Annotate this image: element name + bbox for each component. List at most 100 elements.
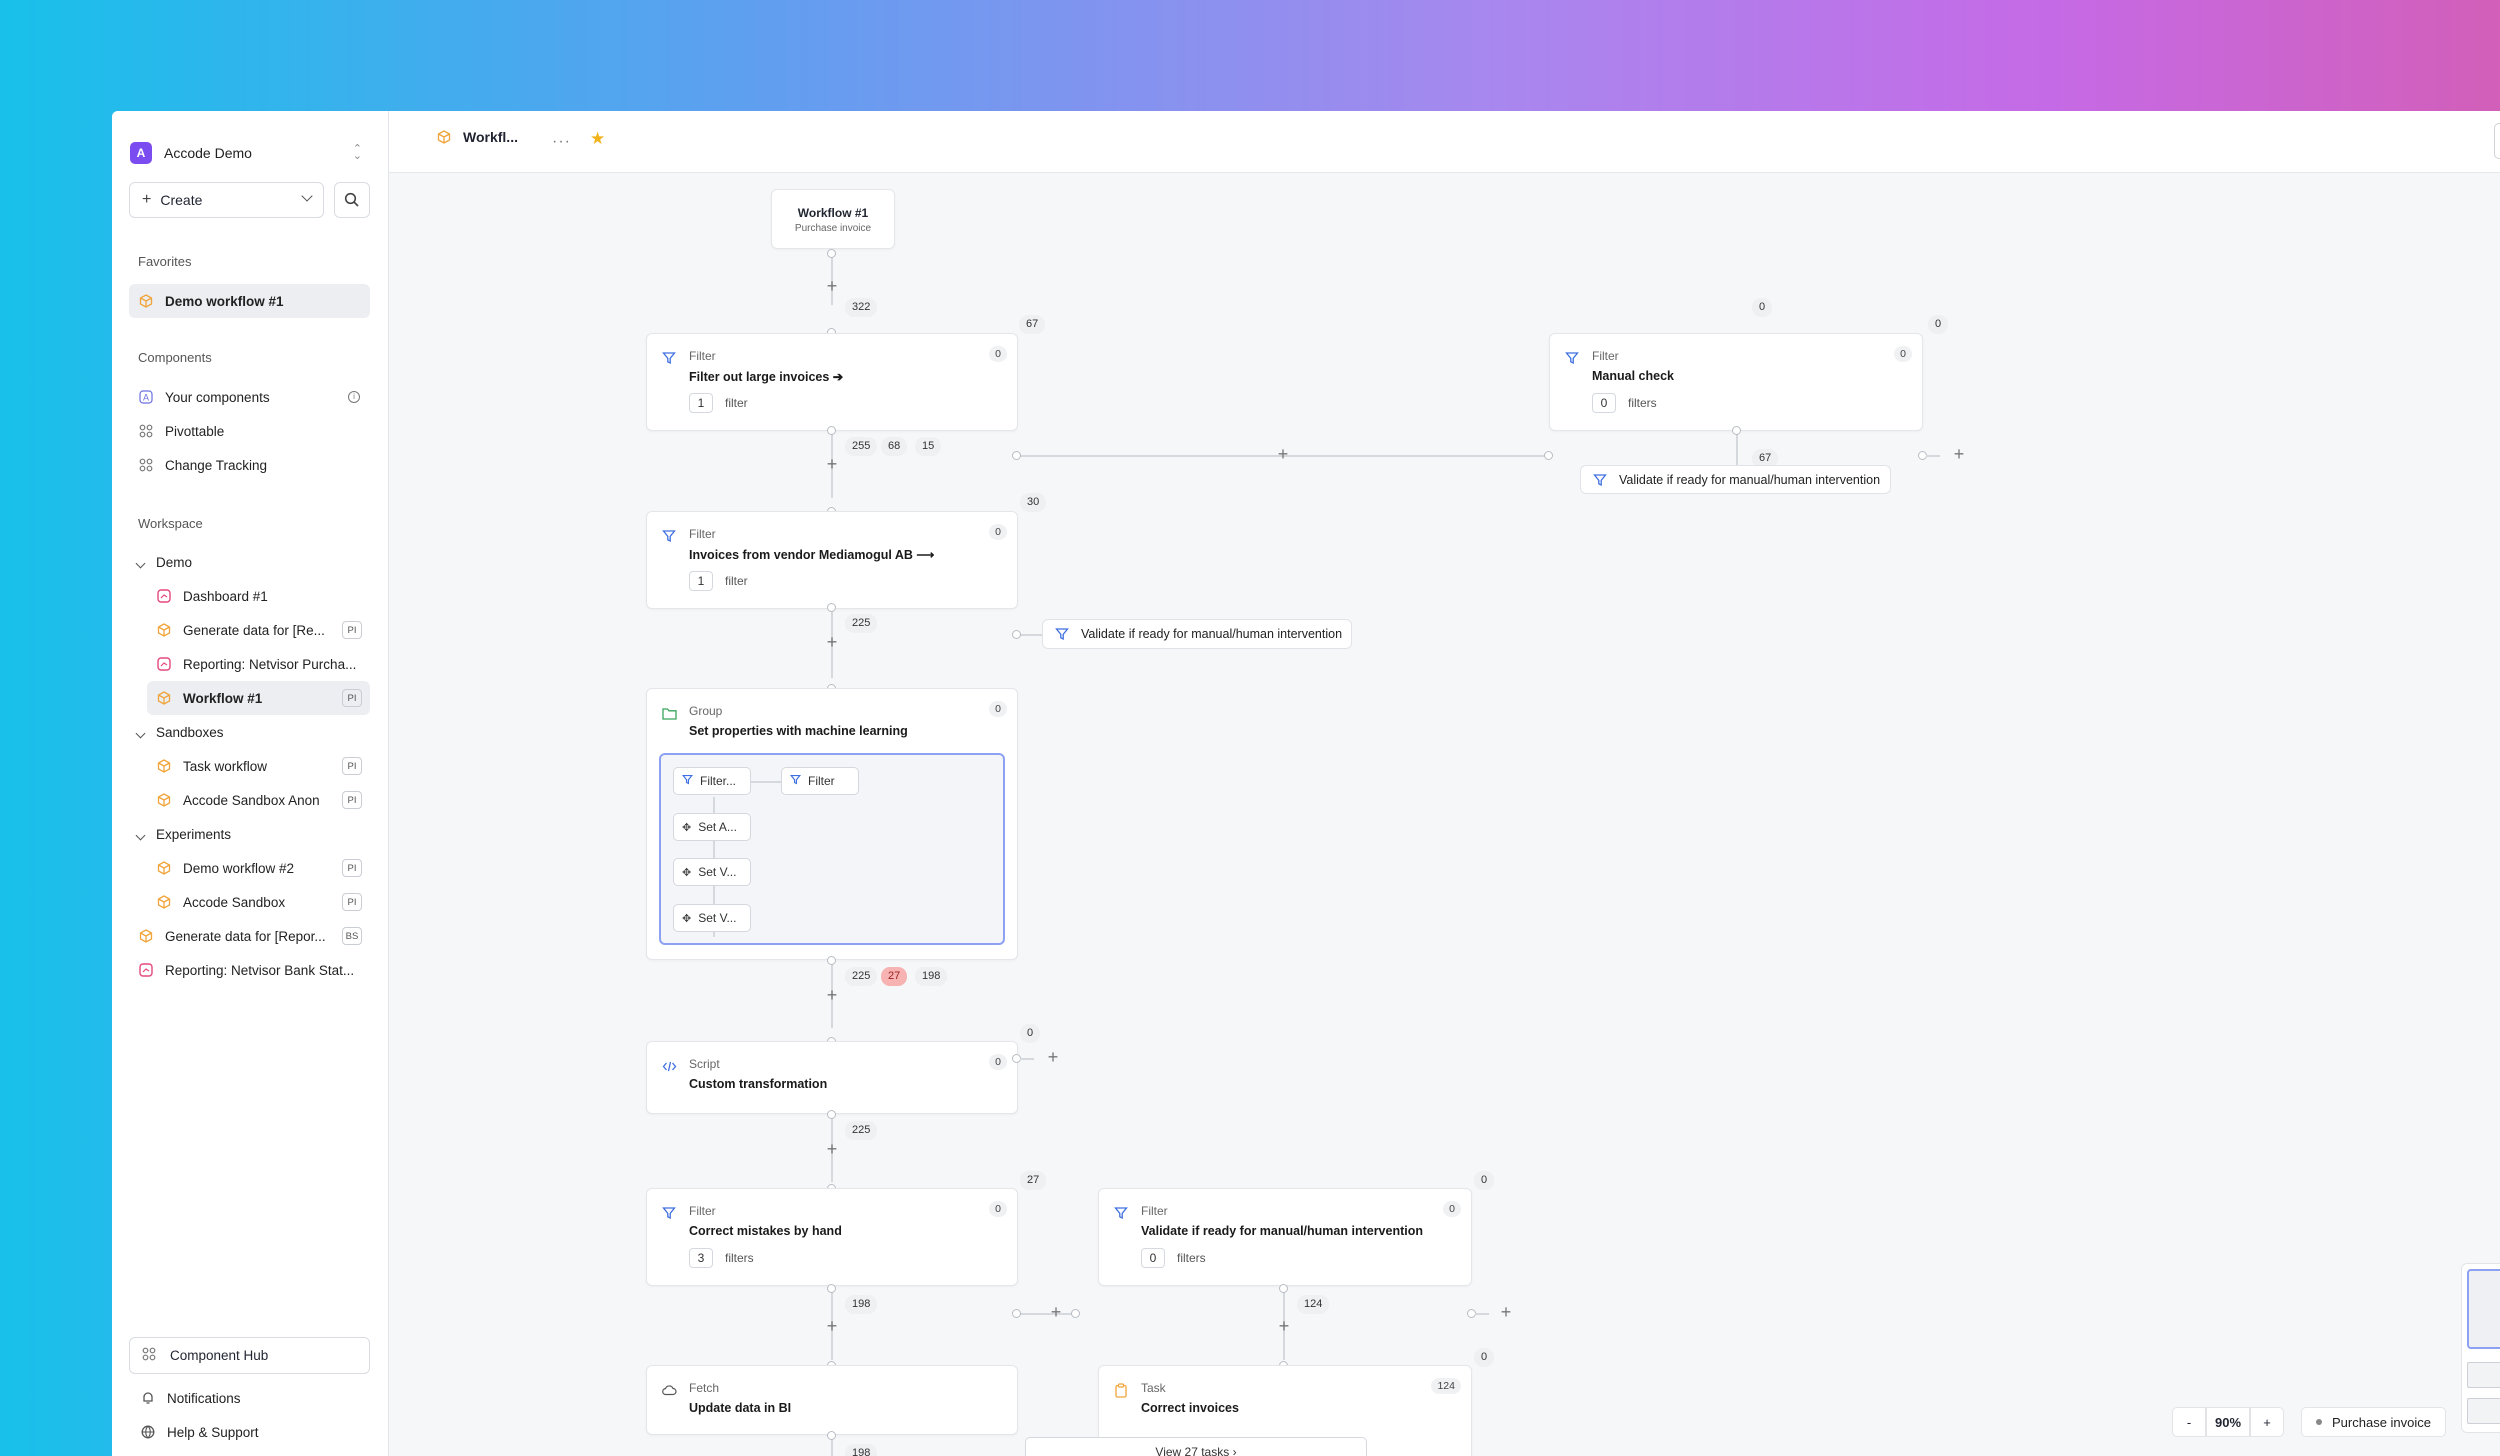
add-step-plus-icon[interactable]: + — [1043, 1048, 1063, 1068]
add-step-plus-icon[interactable]: + — [822, 633, 842, 653]
folder-label: Sandboxes — [156, 724, 224, 740]
filter-node-correct-mistakes[interactable]: Filter Correct mistakes by hand 3 filters… — [646, 1188, 1018, 1286]
zoom-out-button[interactable]: - — [2172, 1407, 2206, 1437]
count-unit: filters — [725, 1251, 754, 1265]
component-hub-button[interactable]: Component Hub — [129, 1337, 370, 1374]
group-item-set-v1[interactable]: ✥ Set V... — [673, 858, 751, 886]
add-step-plus-icon[interactable]: + — [822, 277, 842, 297]
node-title: Update data in BI — [689, 1401, 792, 1415]
connector-dot[interactable] — [827, 249, 836, 258]
sidebar-item-generate-data[interactable]: Generate data for [Re... PI — [147, 613, 370, 647]
connector-dot[interactable] — [1279, 1284, 1288, 1293]
count-unit: filter — [725, 396, 748, 410]
group-item-label: Filter — [808, 774, 835, 788]
connector-dot[interactable] — [1012, 451, 1021, 460]
node-title: Manual check — [1592, 369, 1674, 383]
zoom-in-button[interactable]: + — [2250, 1407, 2284, 1437]
star-icon[interactable]: ★ — [590, 129, 605, 149]
cube-icon — [157, 759, 171, 773]
sidebar-item-accode-sandbox[interactable]: Accode Sandbox PI — [147, 885, 370, 919]
workflow-canvas[interactable]: Workflow #1 Purchase invoice + 322 Filte… — [389, 173, 2500, 1456]
connector-dot[interactable] — [827, 956, 836, 965]
count-badge: 0 — [989, 524, 1007, 540]
group-item-filter-b[interactable]: Filter — [781, 767, 859, 795]
sidebar-item-your-components[interactable]: A Your components i — [129, 380, 370, 414]
add-step-plus-icon[interactable]: + — [1496, 1303, 1516, 1323]
group-item-set-a[interactable]: ✥ Set A... — [673, 813, 751, 841]
start-node[interactable]: Workflow #1 Purchase invoice — [771, 189, 895, 249]
connector-dot[interactable] — [1071, 1309, 1080, 1318]
count-badge: 124 — [1431, 1378, 1461, 1394]
connector-dot[interactable] — [827, 1110, 836, 1119]
sidebar-item-reporting-purchase[interactable]: Reporting: Netvisor Purcha... — [147, 647, 370, 681]
favorite-item[interactable]: Demo workflow #1 — [129, 284, 370, 318]
sidebar-item-pivottable[interactable]: Pivottable — [129, 414, 370, 448]
connector-dot[interactable] — [827, 603, 836, 612]
group-canvas[interactable]: Filter... Filter ✥ Set A... ✥ Set V... ✥ Se… — [659, 753, 1005, 945]
sidebar-item-change-tracking[interactable]: Change Tracking — [129, 448, 370, 482]
add-step-plus-icon[interactable]: + — [822, 986, 842, 1006]
purchase-invoice-button[interactable]: Purchase invoice — [2301, 1407, 2446, 1437]
start-node-title: Workflow #1 — [797, 206, 869, 220]
workspace-avatar: A — [130, 142, 152, 164]
add-step-plus-icon[interactable]: + — [822, 1140, 842, 1160]
view-tasks-button[interactable]: View 27 tasks › — [1025, 1437, 1367, 1456]
add-step-plus-icon[interactable]: + — [1046, 1303, 1066, 1323]
folder-sandboxes[interactable]: Sandboxes — [129, 715, 370, 749]
filter-node-mediamogul[interactable]: Filter Invoices from vendor Mediamogul A… — [646, 511, 1018, 609]
count-badge: 322 — [845, 298, 878, 317]
connector-dot[interactable] — [1544, 451, 1553, 460]
connector — [1926, 455, 1940, 457]
create-button[interactable]: + Create — [129, 182, 324, 218]
add-step-plus-icon[interactable]: + — [1273, 445, 1293, 465]
script-node-custom[interactable]: Script Custom transformation 0 — [646, 1041, 1018, 1114]
app-window: A Accode Demo ⌃ ⌄ + Create Favorites Demo… — [112, 111, 2500, 1456]
sidebar-item-task-workflow[interactable]: Task workflow PI — [147, 749, 370, 783]
group-item-set-v2[interactable]: ✥ Set V... — [673, 904, 751, 932]
search-button[interactable] — [334, 182, 370, 218]
sidebar-item-label: Change Tracking — [165, 457, 268, 473]
count-badge: 0 — [1474, 1171, 1495, 1190]
sidebar-item-label: Dashboard #1 — [183, 588, 268, 604]
sidebar-item-reporting-bank[interactable]: Reporting: Netvisor Bank Stat... — [129, 953, 370, 987]
start-node-subtitle: Purchase invoice — [794, 223, 872, 234]
info-icon[interactable]: i — [348, 391, 360, 403]
validate-chip-left[interactable]: Validate if ready for manual/human inter… — [1042, 619, 1352, 649]
filter-icon — [1593, 473, 1607, 487]
badge: PI — [342, 757, 362, 775]
add-step-plus-icon[interactable]: + — [822, 455, 842, 475]
help-support-link[interactable]: Help & Support — [129, 1415, 370, 1449]
connector-dot[interactable] — [827, 426, 836, 435]
connector-dot[interactable] — [1012, 1309, 1021, 1318]
count-badge: 225 — [845, 614, 878, 633]
workspace-switcher[interactable]: A Accode Demo ⌃ ⌄ — [130, 131, 370, 175]
count-badge: 68 — [881, 437, 908, 456]
folder-demo[interactable]: Demo — [129, 545, 370, 579]
sidebar-item-generate-data-repor[interactable]: Generate data for [Repor... BS — [129, 919, 370, 953]
folder-experiments[interactable]: Experiments — [129, 817, 370, 851]
filter-icon — [1113, 1205, 1129, 1221]
tab-workflow[interactable]: Workfl... — [437, 129, 518, 145]
validate-chip-right[interactable]: Validate if ready for manual/human inter… — [1580, 465, 1891, 494]
filter-node-large-invoices[interactable]: Filter Filter out large invoices ➔ 1 filt… — [646, 333, 1018, 431]
filter-node-manual-check[interactable]: Filter Manual check 0 filters 0 — [1549, 333, 1923, 431]
filter-node-validate[interactable]: Filter Validate if ready for manual/huma… — [1098, 1188, 1472, 1286]
sidebar-item-dashboard-1[interactable]: Dashboard #1 — [147, 579, 370, 613]
connector-dot[interactable] — [827, 1284, 836, 1293]
connector-dot[interactable] — [1012, 630, 1021, 639]
group-item-filter-a[interactable]: Filter... — [673, 767, 751, 795]
add-step-plus-icon[interactable]: + — [1949, 445, 1969, 465]
notifications-link[interactable]: Notifications — [129, 1381, 370, 1415]
more-options-icon[interactable]: ··· — [552, 133, 571, 151]
connector-dot[interactable] — [827, 1431, 836, 1440]
connector-dot[interactable] — [1732, 426, 1741, 435]
minimap-viewport[interactable] — [2467, 1269, 2500, 1349]
fetch-node-update-bi[interactable]: Fetch Update data in BI — [646, 1365, 1018, 1435]
add-step-plus-icon[interactable]: + — [1274, 1317, 1294, 1337]
minimap[interactable] — [2461, 1263, 2500, 1433]
sidebar-item-demo-workflow-2[interactable]: Demo workflow #2 PI — [147, 851, 370, 885]
top-right-button[interactable] — [2494, 123, 2500, 159]
sidebar-item-workflow-1[interactable]: Workflow #1 PI — [147, 681, 370, 715]
sidebar-item-sandbox-anon[interactable]: Accode Sandbox Anon PI — [147, 783, 370, 817]
add-step-plus-icon[interactable]: + — [822, 1317, 842, 1337]
